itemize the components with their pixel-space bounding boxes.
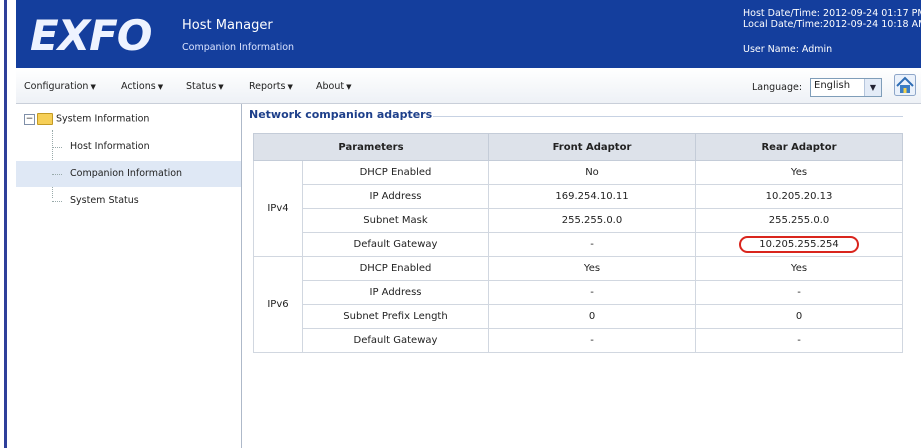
param-cell: IP Address xyxy=(302,184,489,209)
app-subtitle: Companion Information xyxy=(182,42,295,53)
tree-item-label: Host Information xyxy=(70,141,150,152)
header-parameters: Parameters xyxy=(253,133,489,161)
rear-cell: 10.205.20.13 xyxy=(695,184,903,209)
header-front-adaptor: Front Adaptor xyxy=(488,133,696,161)
front-cell: - xyxy=(488,328,696,353)
rear-cell: - xyxy=(695,328,903,353)
param-cell: Default Gateway xyxy=(302,328,489,353)
datetime-info: Host Date/Time: 2012-09-24 01:17 PM(U Lo… xyxy=(743,8,921,30)
front-cell: 169.254.10.11 xyxy=(488,184,696,209)
group-ipv4: IPv4 xyxy=(253,160,303,257)
rear-cell: 0 xyxy=(695,304,903,329)
adapters-table: Parameters Front Adaptor Rear Adaptor IP… xyxy=(253,133,903,353)
table-row: Default Gateway - - xyxy=(254,328,903,353)
tree-item-host-information[interactable]: Host Information xyxy=(16,134,241,160)
header-rear-adaptor: Rear Adaptor xyxy=(695,133,903,161)
tree-connector xyxy=(52,147,62,148)
tree-connector xyxy=(52,201,62,202)
tree-item-label: Companion Information xyxy=(70,168,183,179)
host-datetime: Host Date/Time: 2012-09-24 01:17 PM(U xyxy=(743,8,921,19)
rear-cell: Yes xyxy=(695,256,903,281)
menu-configuration-label: Configuration xyxy=(24,81,89,92)
group-ipv6: IPv6 xyxy=(253,256,303,353)
rear-cell: Yes xyxy=(695,160,903,185)
table-row: IPv6 DHCP Enabled Yes Yes xyxy=(253,256,903,353)
language-value: English xyxy=(814,80,851,91)
rear-cell: 10.205.255.254 xyxy=(695,232,903,257)
chevron-down-icon: ▼ xyxy=(218,83,224,91)
title-divider xyxy=(433,116,903,117)
collapse-icon[interactable]: − xyxy=(24,113,35,125)
tree-item-companion-information[interactable]: Companion Information xyxy=(16,161,241,187)
front-cell: Yes xyxy=(488,256,696,281)
table-row: Default Gateway - 10.205.255.254 xyxy=(254,232,903,257)
param-cell: Subnet Prefix Length xyxy=(302,304,489,329)
exfo-logo: EXFO xyxy=(30,11,152,60)
left-edge xyxy=(0,0,10,448)
front-cell: - xyxy=(488,280,696,305)
param-cell: IP Address xyxy=(302,280,489,305)
table-row: IP Address - - xyxy=(254,280,903,305)
menu-configuration[interactable]: Configuration ▼ xyxy=(24,81,96,92)
menu-reports[interactable]: Reports ▼ xyxy=(249,81,293,92)
table-row: Subnet Prefix Length 0 0 xyxy=(254,304,903,329)
table-row: Subnet Mask 255.255.0.0 255.255.0.0 xyxy=(254,208,903,233)
chevron-down-icon[interactable]: ▼ xyxy=(864,79,881,96)
user-name: User Name: Admin xyxy=(743,44,833,55)
table-header-row: Parameters Front Adaptor Rear Adaptor xyxy=(253,133,903,161)
tree-root-system-information[interactable]: − System Information xyxy=(24,113,149,129)
table-row: IP Address 169.254.10.11 10.205.20.13 xyxy=(254,184,903,209)
param-cell: Subnet Mask xyxy=(302,208,489,233)
app-header: EXFO Host Manager Companion Information … xyxy=(16,0,921,68)
tree-root-label: System Information xyxy=(56,113,150,125)
companion-panel: Network companion adapters Parameters Fr… xyxy=(243,104,921,448)
front-cell: - xyxy=(488,232,696,257)
chevron-down-icon: ▼ xyxy=(287,83,293,91)
param-cell: DHCP Enabled xyxy=(302,160,489,185)
menu-status-label: Status xyxy=(186,81,217,92)
local-datetime: Local Date/Time:2012-09-24 10:18 AM(U xyxy=(743,19,921,30)
language-label: Language: xyxy=(752,82,803,93)
home-icon[interactable] xyxy=(894,74,916,96)
rear-cell: 255.255.0.0 xyxy=(695,208,903,233)
tree-connector xyxy=(52,174,62,175)
rear-cell: - xyxy=(695,280,903,305)
chevron-down-icon: ▼ xyxy=(157,83,164,91)
menu-bar: Configuration ▼ Actions ▼ Status ▼ Reports ▼… xyxy=(16,68,921,104)
front-cell: 0 xyxy=(488,304,696,329)
menu-status[interactable]: Status ▼ xyxy=(186,81,224,92)
folder-icon xyxy=(37,113,53,125)
menu-actions-label: Actions xyxy=(121,81,156,92)
app-title: Host Manager xyxy=(182,18,273,33)
highlight-circle: 10.205.255.254 xyxy=(739,236,859,253)
table-row: IPv4 DHCP Enabled No Yes xyxy=(253,160,903,257)
front-cell: No xyxy=(488,160,696,185)
panel-title: Network companion adapters xyxy=(249,108,433,121)
menu-actions[interactable]: Actions ▼ xyxy=(121,81,163,92)
tree-item-system-status[interactable]: System Status xyxy=(16,188,241,214)
left-edge-stripe xyxy=(4,0,7,448)
menu-about[interactable]: About ▼ xyxy=(316,81,351,92)
chevron-down-icon: ▼ xyxy=(346,83,352,91)
chevron-down-icon: ▼ xyxy=(90,83,96,91)
navigation-tree: − System Information Host Information Com… xyxy=(16,104,242,448)
menu-reports-label: Reports xyxy=(249,81,286,92)
tree-item-label: System Status xyxy=(70,195,139,206)
param-cell: DHCP Enabled xyxy=(302,256,489,281)
language-select[interactable]: English ▼ xyxy=(810,78,882,97)
front-cell: 255.255.0.0 xyxy=(488,208,696,233)
param-cell: Default Gateway xyxy=(302,232,489,257)
menu-about-label: About xyxy=(316,81,345,92)
